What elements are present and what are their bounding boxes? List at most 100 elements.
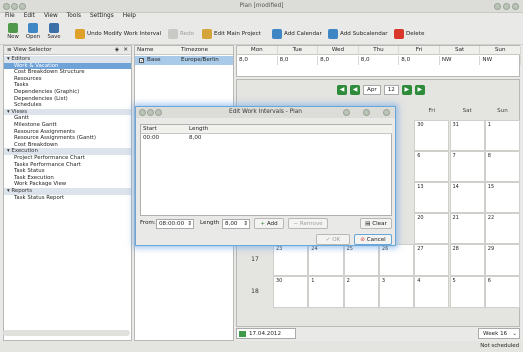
clear-button[interactable]: ▤ Clear <box>360 218 392 229</box>
weekday-header[interactable]: Wed <box>318 46 359 55</box>
menu-edit[interactable]: Edit <box>24 13 35 19</box>
tree-item[interactable]: Dependencies (Graphic) <box>4 89 131 96</box>
tree-item[interactable]: Task Status <box>4 168 131 175</box>
day-cell[interactable]: 13 <box>414 182 450 213</box>
day-cell[interactable]: 6 <box>414 151 450 182</box>
dialog-pin-icon[interactable] <box>147 109 154 116</box>
tree-item[interactable]: Milestone Gantt <box>4 122 131 129</box>
tree-item[interactable]: Resource Assignments <box>4 129 131 136</box>
column-length[interactable]: Length <box>187 125 392 134</box>
menu-tools[interactable]: Tools <box>67 13 81 19</box>
day-cell[interactable]: 1 <box>308 276 344 308</box>
delete-button[interactable]: Delete <box>394 26 424 42</box>
tree-item[interactable]: Dependencies (List) <box>4 96 131 103</box>
day-cell[interactable]: 21 <box>449 213 485 244</box>
day-cell[interactable]: 15 <box>484 182 521 213</box>
weekday-hours[interactable]: 8,0 <box>278 56 319 65</box>
column-start[interactable]: Start <box>141 125 187 134</box>
tree-item[interactable]: Schedules <box>4 102 131 109</box>
tree-item[interactable]: Project Performance Chart <box>4 155 131 162</box>
day-cell[interactable]: 3 <box>378 276 415 308</box>
close-icon[interactable] <box>512 3 519 10</box>
weekday-header[interactable]: Mon <box>237 46 278 55</box>
menu-help[interactable]: Help <box>123 13 136 19</box>
day-cell[interactable]: 5 <box>449 276 485 308</box>
day-cell[interactable]: 25 <box>343 244 379 276</box>
redo-button[interactable]: Redo <box>168 26 194 42</box>
minimize-icon[interactable] <box>494 3 501 10</box>
weekday-hours[interactable]: 8,0 <box>399 56 440 65</box>
day-cell[interactable]: 24 <box>308 244 344 276</box>
dialog-minimize-icon[interactable] <box>343 109 350 116</box>
tree-section[interactable]: ▾ Editors <box>4 56 131 63</box>
length-spin-icon[interactable]: ⇕ <box>243 220 248 229</box>
undo-button[interactable]: Undo Modify Work Interval <box>75 26 161 42</box>
weekday-header[interactable]: Thu <box>358 46 400 55</box>
tree-item[interactable]: Work Package View <box>4 181 131 188</box>
from-time-input[interactable]: 08:00:00 ⇕ <box>156 219 194 229</box>
new-button[interactable]: New <box>2 23 24 40</box>
column-timezone[interactable]: Timezone <box>179 46 233 55</box>
edit-main-project-button[interactable]: Edit Main Project <box>202 26 261 42</box>
weekday-header[interactable]: Fri <box>399 46 440 55</box>
add-subcalendar-button[interactable]: Add Subcalendar <box>328 26 388 42</box>
tree-section[interactable]: ▾ Reports <box>4 188 131 195</box>
day-cell[interactable]: 23 <box>273 244 309 276</box>
dialog-maximize-icon[interactable] <box>363 109 370 116</box>
tree-item[interactable]: Task Status Report <box>4 195 131 202</box>
day-cell[interactable]: 22 <box>484 213 521 244</box>
tree-section[interactable]: ▾ Views <box>4 108 131 116</box>
day-cell[interactable]: 6 <box>484 276 521 308</box>
view-selector-scrollbar[interactable] <box>3 330 130 336</box>
interval-start[interactable]: 00:00 <box>141 134 187 142</box>
maximize-icon[interactable] <box>503 3 510 10</box>
day-cell[interactable]: 29 <box>484 244 521 276</box>
dialog-menu-icon[interactable] <box>139 109 146 116</box>
length-input[interactable]: 8,00 ⇕ <box>222 219 250 229</box>
day-cell[interactable]: 26 <box>378 244 415 276</box>
menu-file[interactable]: File <box>5 13 15 19</box>
weekday-hours[interactable]: 8,0 <box>359 56 400 65</box>
remove-button[interactable]: − Remove <box>288 218 328 229</box>
weekday-hours[interactable]: 8,0 <box>318 56 359 65</box>
day-cell[interactable]: 30 <box>414 120 450 151</box>
spin-icon[interactable]: ⇕ <box>187 220 192 229</box>
tree-item[interactable]: Task Execution <box>4 175 131 182</box>
menu-view[interactable]: View <box>44 13 58 19</box>
next-month-icon[interactable]: ▶ <box>401 84 412 95</box>
panel-float-icon[interactable]: ◈ <box>115 46 119 55</box>
panel-close-icon[interactable]: ✕ <box>123 46 128 55</box>
interval-length[interactable]: 8,00 <box>187 134 267 142</box>
calendar-checkbox[interactable]: ✓ <box>139 58 144 64</box>
day-cell[interactable]: 1 <box>484 120 521 151</box>
day-cell[interactable]: 20 <box>414 213 450 244</box>
tree-item[interactable]: Cost Breakdown <box>4 142 131 149</box>
day-cell[interactable]: 4 <box>414 276 450 308</box>
menu-settings[interactable]: Settings <box>90 13 114 19</box>
day-cell[interactable]: 30 <box>273 276 309 308</box>
ok-button[interactable]: ✓ OK <box>316 234 350 245</box>
tree-item[interactable]: Resource Assignments (Gantt) <box>4 135 131 142</box>
calendar-row[interactable]: ✓ Base Europe/Berlin <box>135 56 233 65</box>
prev-year-icon[interactable]: ◀ <box>337 84 347 95</box>
open-button[interactable]: Open <box>22 23 44 40</box>
add-button[interactable]: + Add <box>254 218 284 229</box>
tree-item[interactable]: Work & Vacation <box>4 62 131 70</box>
weekday-hours[interactable]: NW <box>480 56 521 65</box>
tree-item[interactable]: Resources <box>4 76 131 83</box>
day-cell[interactable]: 28 <box>449 244 485 276</box>
weekday-header[interactable]: Tue <box>277 46 319 55</box>
day-cell[interactable]: 8 <box>484 151 521 182</box>
weekday-hours[interactable]: 8,0 <box>237 56 278 65</box>
column-name[interactable]: Name <box>135 46 179 55</box>
dialog-close-icon[interactable] <box>383 109 390 116</box>
tree-item[interactable]: Tasks <box>4 82 131 89</box>
tree-item[interactable]: Gantt <box>4 115 131 122</box>
weekday-header[interactable]: Sat <box>439 46 481 55</box>
cancel-button[interactable]: ⊘ Cancel <box>354 234 392 245</box>
save-button[interactable]: Save <box>43 23 65 40</box>
week-select[interactable]: Week 16 ⌄ <box>478 328 520 339</box>
add-calendar-button[interactable]: Add Calendar <box>272 26 322 42</box>
tree-section[interactable]: ▾ Execution <box>4 148 131 155</box>
tree-item[interactable]: Cost Breakdown Structure <box>4 69 131 76</box>
